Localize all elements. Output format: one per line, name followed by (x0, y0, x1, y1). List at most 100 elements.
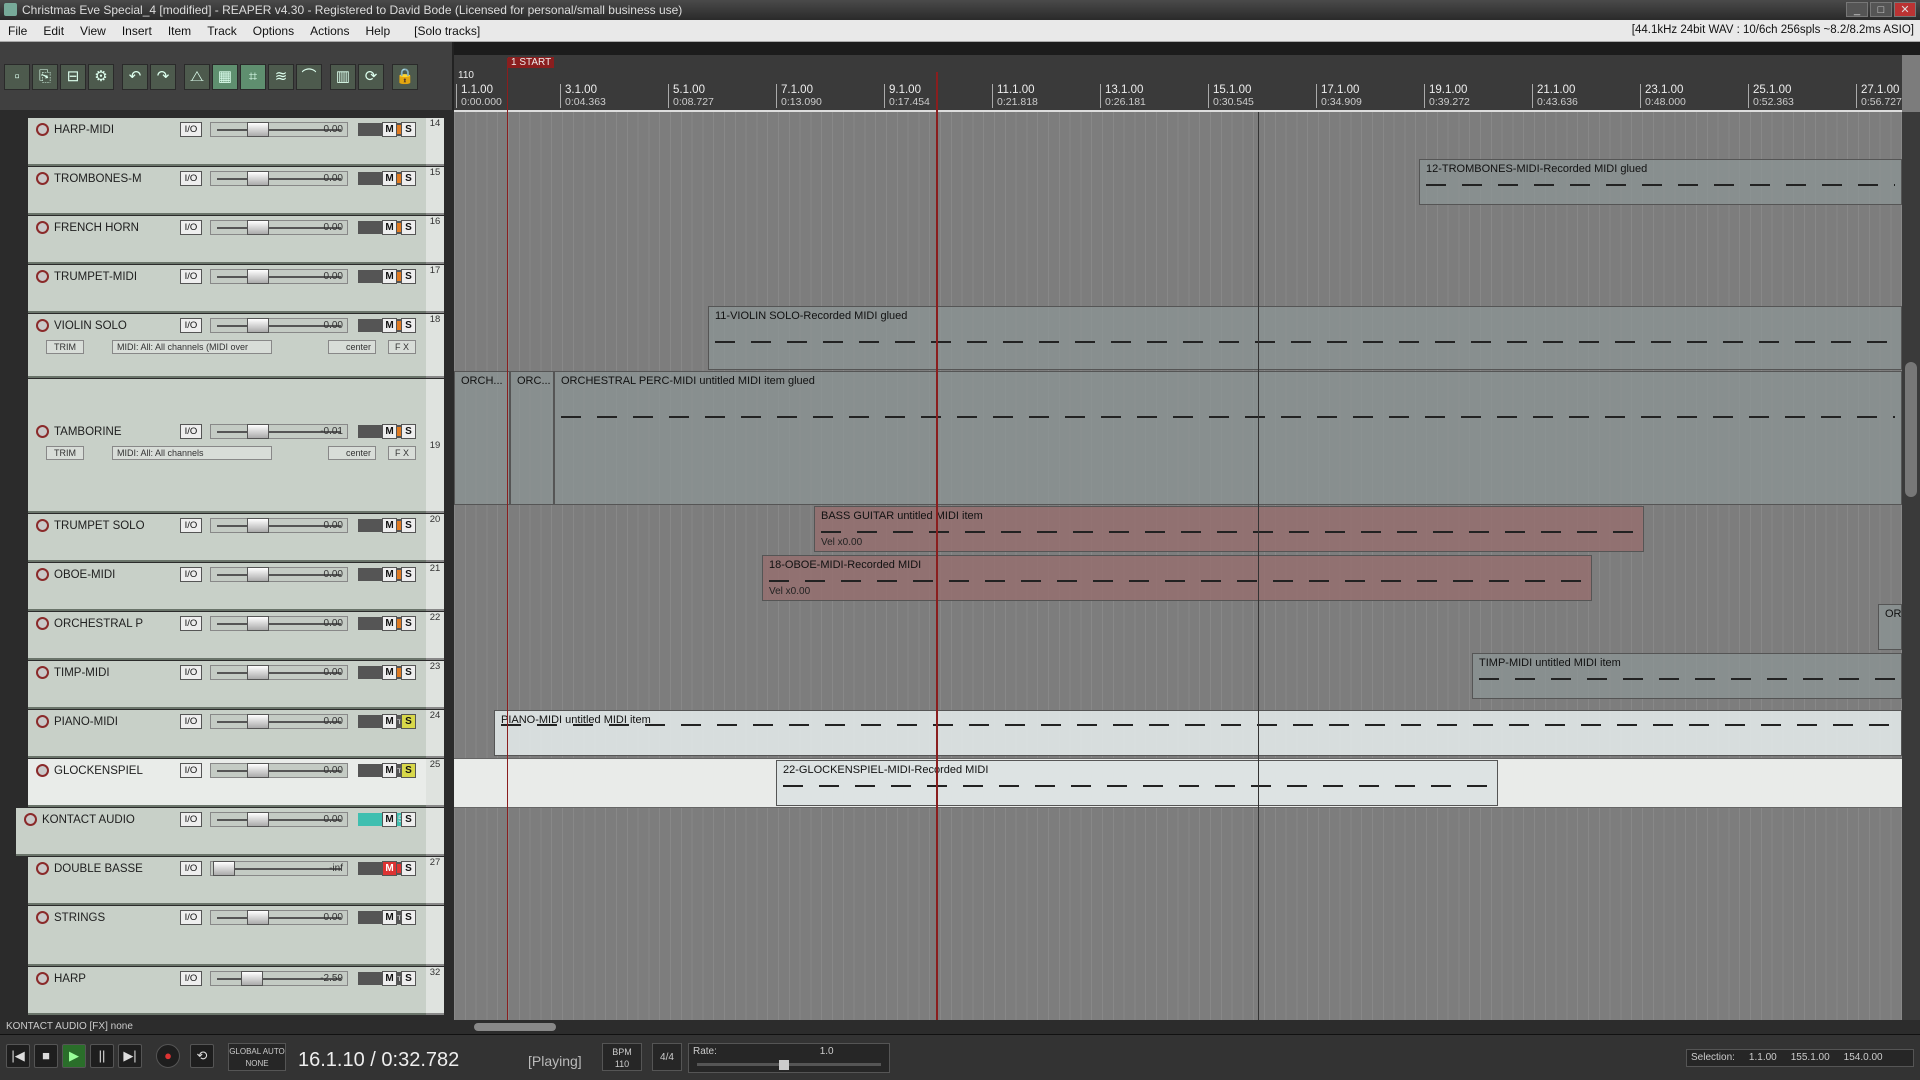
mute-button[interactable]: M (382, 910, 397, 925)
io-button[interactable]: I/O (180, 171, 202, 186)
track-orchestral-perc[interactable]: ORCHESTRAL P I/O 0.00 M S (28, 612, 426, 660)
volume-fader[interactable]: 0.00 (210, 171, 348, 186)
record-arm-icon[interactable] (36, 319, 49, 332)
mute-button[interactable]: M (382, 318, 397, 333)
track-tamborine[interactable]: TAMBORINE I/O -0.01 M S TRIM MIDI: All: … (28, 379, 426, 513)
vertical-scrollbar[interactable] (1902, 112, 1920, 1020)
mute-button[interactable]: M (382, 567, 397, 582)
bpm-display[interactable]: BPM 110 (602, 1043, 642, 1071)
menu-track[interactable]: Track (199, 24, 245, 38)
minimize-button[interactable]: _ (1846, 2, 1868, 17)
timeline-ruler[interactable]: 110 1 START 1.1.00 0:00.000 3.1.00 0:04.36… (454, 55, 1902, 112)
track-glockenspiel[interactable]: GLOCKENSPIEL I/O 0.00 -inf M S (28, 759, 426, 807)
io-button[interactable]: I/O (180, 910, 202, 925)
mute-button[interactable]: M (382, 269, 397, 284)
trim-button[interactable]: TRIM (46, 340, 84, 354)
horizontal-scrollbar[interactable] (454, 1020, 1920, 1034)
record-arm-icon[interactable] (36, 911, 49, 924)
track-trumpet-solo[interactable]: TRUMPET SOLO I/O 0.00 M S (28, 514, 426, 562)
record-arm-icon[interactable] (36, 764, 49, 777)
fx-button[interactable]: F X (388, 446, 416, 460)
record-arm-icon[interactable] (36, 519, 49, 532)
go-to-end-button[interactable]: ▶| (118, 1044, 142, 1068)
track-double-basse[interactable]: DOUBLE BASSE I/O -inf M S (28, 857, 426, 905)
track-timp-midi[interactable]: TIMP-MIDI I/O 0.00 M S (28, 661, 426, 709)
io-button[interactable]: I/O (180, 424, 202, 439)
track-name[interactable]: TRUMPET-MIDI (54, 269, 172, 285)
solo-button[interactable]: S (401, 971, 416, 986)
go-to-start-button[interactable]: |◀ (6, 1044, 30, 1068)
volume-fader[interactable]: 0.00 (210, 567, 348, 582)
mute-button[interactable]: M (382, 122, 397, 137)
record-button[interactable]: ● (156, 1044, 180, 1068)
menu-edit[interactable]: Edit (35, 24, 72, 38)
solo-button[interactable]: S (401, 318, 416, 333)
pan-knob[interactable]: center (328, 446, 376, 460)
io-button[interactable]: I/O (180, 861, 202, 876)
track-name[interactable]: OBOE-MIDI (54, 567, 172, 583)
solo-button[interactable]: S (401, 518, 416, 533)
track-trumpet-midi[interactable]: TRUMPET-MIDI I/O 0.00 M S (28, 265, 426, 313)
volume-fader[interactable]: 0.00 (210, 220, 348, 235)
solo-button[interactable]: S (401, 171, 416, 186)
volume-fader[interactable]: 0.00 (210, 122, 348, 137)
grid-icon[interactable]: ▦ (212, 64, 238, 90)
track-name[interactable]: STRINGS (54, 910, 172, 926)
track-name[interactable]: DOUBLE BASSE (54, 861, 172, 877)
solo-button[interactable]: S (401, 269, 416, 284)
menu-item[interactable]: Item (160, 24, 199, 38)
midi-item[interactable]: ORC... (510, 371, 554, 505)
io-button[interactable]: I/O (180, 518, 202, 533)
track-name[interactable]: HARP (54, 971, 172, 987)
metronome-icon[interactable]: ⧍ (184, 64, 210, 90)
volume-fader[interactable]: -2.59 (210, 971, 348, 986)
track-violin-solo[interactable]: VIOLIN SOLO I/O 0.00 M S TRIM MIDI: All:… (28, 314, 426, 378)
midi-input-select[interactable]: MIDI: All: All channels (MIDI over (112, 340, 272, 354)
track-strings[interactable]: STRINGS I/O 0.00 -inf M S (28, 906, 426, 966)
record-arm-icon[interactable] (36, 666, 49, 679)
volume-fader[interactable]: 0.00 (210, 812, 348, 827)
io-button[interactable]: I/O (180, 318, 202, 333)
volume-fader[interactable]: -0.01 (210, 424, 348, 439)
io-button[interactable]: I/O (180, 567, 202, 582)
pan-knob[interactable]: center (328, 340, 376, 354)
record-arm-icon[interactable] (36, 972, 49, 985)
time-display[interactable]: 16.1.10 / 0:32.782 (298, 1049, 459, 1072)
loop-icon[interactable]: ⟳ (358, 64, 384, 90)
menu-options[interactable]: Options (245, 24, 302, 38)
pause-button[interactable]: || (90, 1044, 114, 1068)
midi-input-select[interactable]: MIDI: All: All channels (112, 446, 272, 460)
snap-icon[interactable]: ⌗ (240, 64, 266, 90)
io-button[interactable]: I/O (180, 269, 202, 284)
midi-item[interactable]: 18-OBOE-MIDI-Recorded MIDI Vel x0.00 (762, 555, 1592, 601)
midi-item[interactable]: TIMP-MIDI untitled MIDI item (1472, 653, 1902, 699)
track-name[interactable]: TRUMPET SOLO (54, 518, 172, 534)
track-name[interactable]: HARP-MIDI (54, 122, 172, 138)
solo-button[interactable]: S (401, 424, 416, 439)
track-name[interactable]: FRENCH HORN (54, 220, 172, 236)
volume-fader[interactable]: 0.00 (210, 318, 348, 333)
io-button[interactable]: I/O (180, 763, 202, 778)
ripple-icon[interactable]: ≋ (268, 64, 294, 90)
record-arm-icon[interactable] (36, 123, 49, 136)
solo-button[interactable]: S (401, 861, 416, 876)
audio-device-status[interactable]: [44.1kHz 24bit WAV : 10/6ch 256spls ~8.2… (1632, 24, 1914, 36)
play-button[interactable]: ▶ (62, 1044, 86, 1068)
midi-item[interactable]: 12-TROMBONES-MIDI-Recorded MIDI glued (1419, 159, 1902, 205)
close-button[interactable]: ✕ (1894, 2, 1916, 17)
maximize-button[interactable]: □ (1870, 2, 1892, 17)
track-name[interactable]: ORCHESTRAL P (54, 616, 172, 632)
solo-tracks-indicator[interactable]: [Solo tracks] (398, 24, 496, 38)
track-name[interactable]: PIANO-MIDI (54, 714, 172, 730)
io-button[interactable]: I/O (180, 220, 202, 235)
record-arm-icon[interactable] (36, 617, 49, 630)
scrollbar-thumb[interactable] (474, 1023, 556, 1031)
track-name[interactable]: TIMP-MIDI (54, 665, 172, 681)
track-name[interactable]: TROMBONES-M (54, 171, 172, 187)
menu-view[interactable]: View (72, 24, 114, 38)
save-icon[interactable]: ⊟ (60, 64, 86, 90)
solo-button[interactable]: S (401, 763, 416, 778)
volume-fader[interactable]: 0.00 (210, 518, 348, 533)
record-arm-icon[interactable] (36, 715, 49, 728)
mute-button[interactable]: M (382, 714, 397, 729)
